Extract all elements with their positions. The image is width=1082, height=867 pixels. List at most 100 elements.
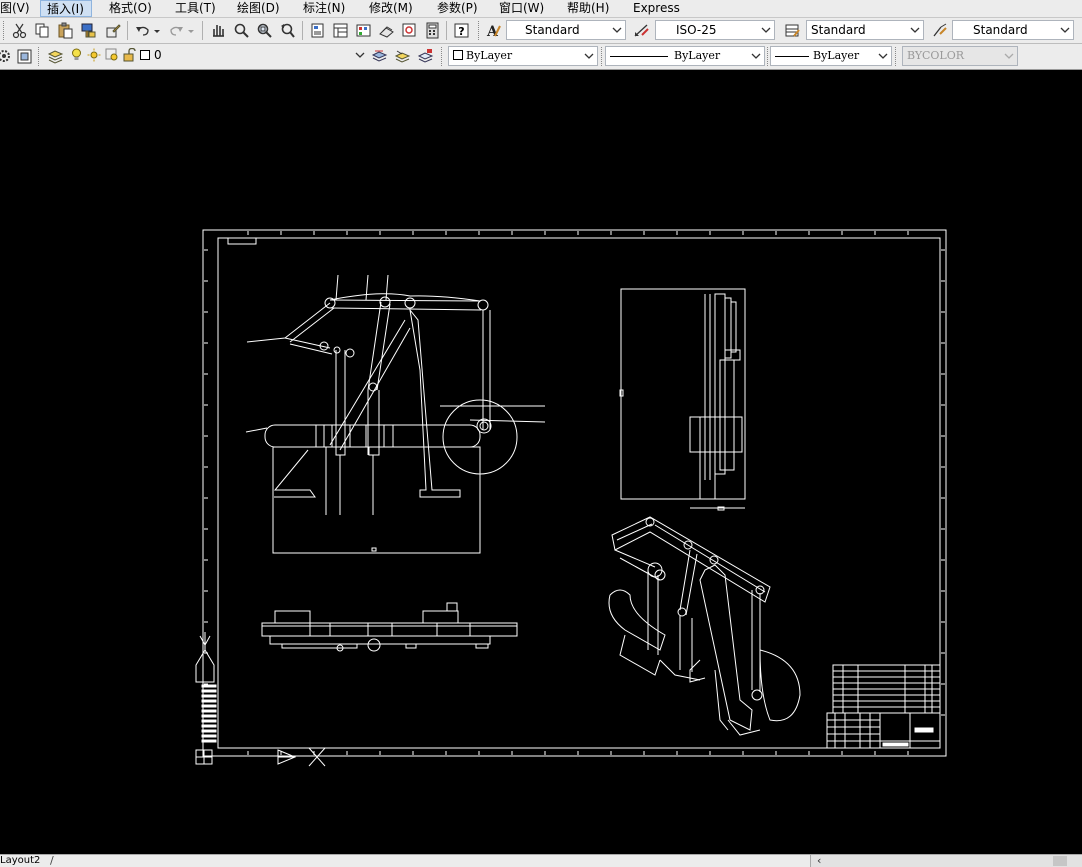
paint-brush-icon	[81, 23, 96, 38]
scroll-left-icon[interactable]: ‹	[817, 854, 821, 867]
redo-button[interactable]	[167, 21, 186, 40]
cut-button[interactable]	[10, 21, 29, 40]
zoom-realtime-button[interactable]	[232, 21, 251, 40]
make-object-layer-current-button[interactable]	[370, 47, 389, 66]
sheet-set-manager-button[interactable]	[377, 21, 396, 40]
menu-insert[interactable]: 插入(I)	[40, 0, 92, 17]
menu-draw[interactable]: 绘图(D)	[237, 0, 280, 17]
scissors-icon	[12, 23, 27, 39]
help-icon: ?	[454, 23, 469, 38]
toolbar-grip[interactable]	[895, 47, 899, 66]
layer-properties-manager-button[interactable]	[46, 47, 65, 66]
redo-dropdown[interactable]	[186, 21, 196, 40]
calculator-icon	[426, 22, 439, 39]
scroll-thumb[interactable]	[1053, 856, 1067, 866]
lineweight-value: ByLayer	[813, 49, 860, 62]
text-style-value: Standard	[525, 23, 580, 37]
tab-divider: /	[50, 854, 54, 867]
multileader-style-button[interactable]	[930, 21, 949, 40]
undo-button[interactable]	[133, 21, 152, 40]
chevron-down-icon	[154, 30, 160, 33]
layer-isolate-icon	[417, 49, 434, 63]
viewport-freeze-icon	[105, 48, 118, 61]
table-style-button[interactable]	[783, 21, 802, 40]
front-view	[245, 274, 546, 554]
color-control-select[interactable]: ByLayer	[448, 46, 598, 66]
multileader-style-select[interactable]: Standard	[952, 20, 1074, 40]
undo-icon	[136, 26, 149, 36]
help-button[interactable]: ?	[452, 21, 471, 40]
ucs-icon	[195, 632, 217, 765]
paper-space-marker	[277, 747, 326, 767]
block-edit-icon	[106, 24, 121, 38]
color-swatch	[453, 50, 463, 60]
menu-format[interactable]: 格式(O)	[109, 0, 152, 17]
chevron-down-icon	[355, 52, 365, 58]
table-style-select[interactable]: Standard	[806, 20, 924, 40]
toolbar-grip[interactable]	[478, 21, 482, 40]
dim-style-button[interactable]	[632, 21, 651, 40]
sheet-set-icon	[379, 26, 394, 38]
tool-palettes-icon	[356, 24, 371, 37]
markup-set-manager-button[interactable]	[400, 21, 419, 40]
design-center-button[interactable]	[331, 21, 350, 40]
layout-tab[interactable]: Layout2	[0, 855, 40, 867]
paste-button[interactable]	[56, 21, 75, 40]
chevron-down-icon	[910, 27, 920, 33]
frame-ticks	[204, 231, 945, 755]
menu-view[interactable]: 图(V)	[0, 0, 30, 17]
dim-style-icon	[634, 24, 649, 37]
markup-icon	[402, 23, 416, 37]
menu-window[interactable]: 窗口(W)	[499, 0, 544, 17]
menu-modify[interactable]: 修改(M)	[369, 0, 413, 17]
text-style-select[interactable]: Standard	[506, 20, 626, 40]
isometric-view	[608, 516, 801, 736]
layer-name: 0	[154, 48, 162, 62]
toolbar-grip[interactable]	[38, 47, 42, 66]
properties-icon	[311, 23, 324, 38]
layer-previous-button[interactable]	[15, 47, 34, 66]
linetype-value: ByLayer	[674, 49, 721, 62]
undo-dropdown[interactable]	[152, 21, 162, 40]
block-editor-button[interactable]	[104, 21, 123, 40]
copy-button[interactable]	[33, 21, 52, 40]
layer-match-button[interactable]	[393, 47, 412, 66]
menu-help[interactable]: 帮助(H)	[567, 0, 609, 17]
quick-calc-button[interactable]	[423, 21, 442, 40]
chevron-down-icon	[1004, 53, 1014, 59]
copy-icon	[35, 23, 49, 38]
menu-tools[interactable]: 工具(T)	[175, 0, 216, 17]
menu-express[interactable]: Express	[633, 0, 680, 17]
drawing-canvas[interactable]	[0, 70, 1082, 854]
chevron-down-icon	[751, 53, 761, 59]
menu-dimension[interactable]: 标注(N)	[303, 0, 345, 17]
pan-button[interactable]	[209, 21, 228, 40]
chevron-down-icon	[1060, 27, 1070, 33]
gear-icon	[0, 50, 10, 62]
menu-parametric[interactable]: 参数(P)	[437, 0, 478, 17]
layer-current-icon	[371, 50, 388, 62]
properties-button[interactable]	[308, 21, 327, 40]
drawing-sheet	[195, 229, 947, 767]
multileader-style-value: Standard	[973, 23, 1028, 37]
layer-isolate-button[interactable]	[416, 47, 435, 66]
match-properties-button[interactable]	[79, 21, 98, 40]
title-block	[826, 664, 941, 749]
chevron-down-icon	[612, 27, 622, 33]
lineweight-control-select[interactable]: ByLayer	[770, 46, 892, 66]
toolbar-grip[interactable]	[3, 21, 7, 40]
tool-palettes-button[interactable]	[354, 21, 373, 40]
zoom-previous-button[interactable]	[278, 21, 297, 40]
text-style-button[interactable]: A	[484, 21, 503, 40]
layer-state-button[interactable]	[0, 47, 14, 66]
linetype-control-select[interactable]: ByLayer	[605, 46, 765, 66]
standard-toolbar: ? A Standard ISO-25 Standard Standard	[0, 18, 1082, 44]
sun-icon	[87, 48, 101, 62]
table-style-icon	[785, 24, 800, 37]
zoom-window-button[interactable]	[255, 21, 274, 40]
toolbar-grip[interactable]	[441, 47, 445, 66]
layer-select[interactable]: 0	[68, 46, 368, 66]
dim-style-select[interactable]: ISO-25	[655, 20, 775, 40]
layers-icon	[47, 50, 64, 64]
horizontal-scrollbar[interactable]: ‹	[810, 854, 1082, 867]
